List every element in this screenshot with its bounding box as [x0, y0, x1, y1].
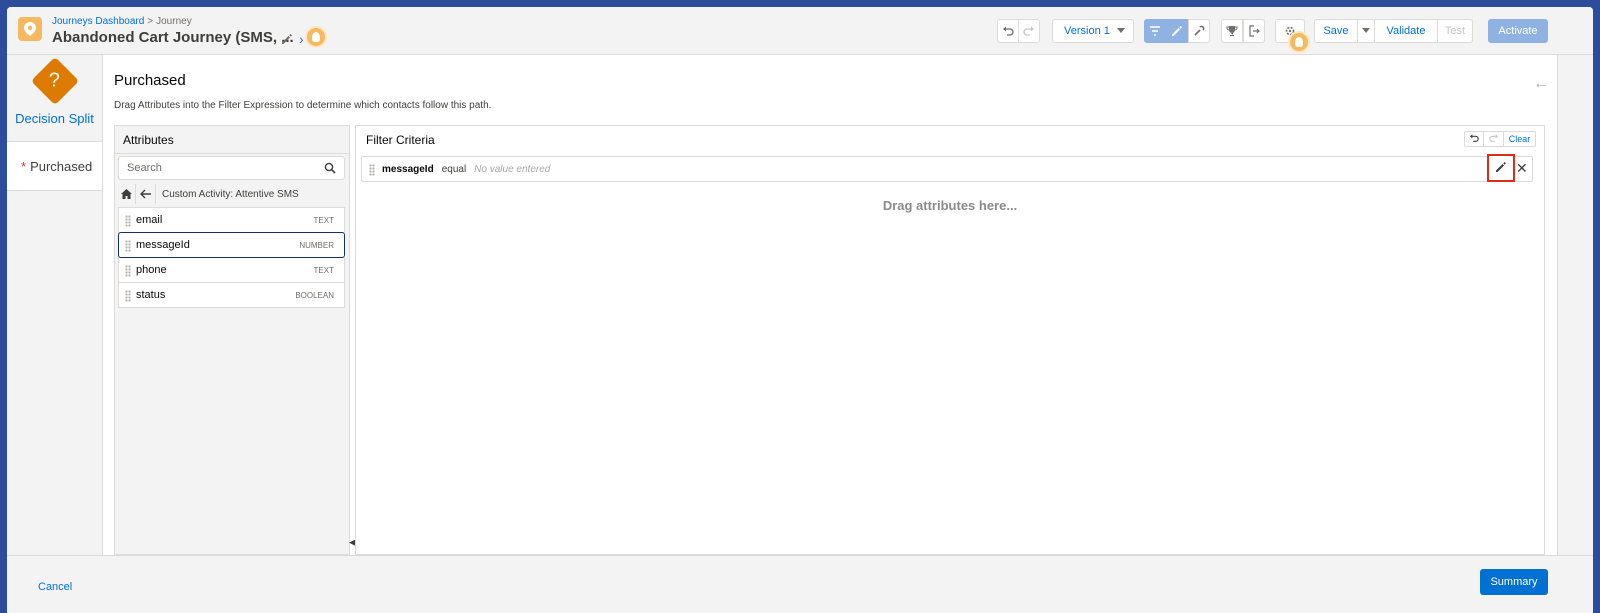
path-configuration-panel: Purchased Drag Attributes into the Filte…	[102, 55, 1558, 555]
journey-builder-window: Journeys Dashboard > Journey Abandoned Car…	[7, 7, 1593, 613]
path-item-purchased[interactable]: * Purchased	[7, 141, 102, 191]
filter-criteria-header: Filter Criteria	[366, 133, 435, 147]
decision-split-icon: ?	[30, 56, 79, 106]
lightbulb-icon[interactable]	[1288, 31, 1310, 53]
attribute-item-messageid[interactable]: messageId NUMBER	[118, 232, 345, 258]
lightbulb-icon[interactable]	[305, 26, 327, 48]
validate-label: Validate	[1386, 25, 1426, 37]
filter-view-button[interactable]	[1144, 19, 1166, 43]
path-item-label: Purchased	[30, 158, 93, 174]
attributes-panel: Attributes Search Custom Activity: Atten…	[114, 125, 350, 555]
drag-handle-icon[interactable]	[125, 240, 131, 252]
attribute-item-phone[interactable]: phone TEXT	[118, 257, 345, 283]
search-input[interactable]: Search	[118, 156, 345, 180]
decision-split-activity: ? Decision Split	[7, 55, 102, 141]
attribute-name: messageId	[136, 239, 190, 251]
chevron-down-icon	[1117, 28, 1125, 34]
test-label: Test	[1444, 25, 1466, 37]
footer: Cancel Summary	[7, 555, 1593, 613]
settings-view-button[interactable]	[1188, 19, 1210, 43]
save-button[interactable]: Save	[1314, 19, 1358, 43]
goals-button[interactable]	[1221, 19, 1243, 43]
criteria-field: messageId	[382, 163, 434, 175]
filter-criteria-panel: Filter Criteria Clear messageId equal No…	[355, 125, 1545, 555]
attribute-path: Custom Activity: Attentive SMS	[118, 184, 345, 204]
chevron-down-icon	[1362, 28, 1370, 34]
drag-handle-icon[interactable]	[125, 265, 131, 277]
exit-criteria-button[interactable]	[1243, 19, 1265, 43]
save-options-button[interactable]	[1357, 19, 1375, 43]
criteria-value[interactable]: No value entered	[474, 164, 550, 175]
undo-button[interactable]	[997, 19, 1019, 43]
breadcrumb: Journeys Dashboard > Journey	[52, 16, 192, 27]
pencil-icon	[1171, 25, 1183, 37]
attribute-name: email	[136, 214, 163, 226]
home-icon[interactable]	[118, 184, 136, 204]
drop-zone-hint: Drag attributes here...	[882, 198, 1018, 213]
activity-sidebar: ? Decision Split * Purchased	[7, 55, 102, 555]
drag-handle-icon[interactable]	[125, 290, 131, 302]
map-pin-icon	[18, 17, 42, 41]
arrow-left-icon[interactable]	[136, 184, 156, 204]
redo-icon	[1488, 133, 1499, 145]
drag-handle-icon[interactable]	[369, 164, 375, 176]
question-mark-glyph: ?	[48, 69, 61, 92]
edit-criteria-button[interactable]	[1487, 154, 1515, 182]
arrow-left-icon[interactable]: ←	[1533, 75, 1549, 93]
chevron-right-icon[interactable]: ›	[299, 31, 304, 47]
attribute-path-label: Custom Activity: Attentive SMS	[162, 188, 299, 200]
attribute-type: BOOLEAN	[295, 290, 334, 300]
panel-title: Purchased	[114, 72, 186, 89]
breadcrumb-separator: >	[147, 16, 154, 27]
required-marker: *	[21, 158, 27, 174]
save-label: Save	[1323, 25, 1349, 37]
attributes-header: Attributes	[115, 126, 349, 154]
filter-toolbar: Clear	[1464, 131, 1536, 147]
redo-button[interactable]	[1018, 19, 1040, 43]
attribute-name: phone	[136, 264, 167, 276]
attribute-name: status	[136, 289, 166, 301]
undo-icon	[1469, 133, 1479, 145]
filter-criteria-row[interactable]: messageId equal No value entered ✕	[361, 154, 1533, 182]
header: Journeys Dashboard > Journey Abandoned Car…	[7, 7, 1593, 55]
attribute-list: email TEXT messageId NUMBER phone TEXT s…	[118, 207, 345, 308]
version-label: Version 1	[1064, 25, 1110, 37]
filter-clear-button[interactable]: Clear	[1504, 131, 1536, 147]
breadcrumb-journey: Journey	[156, 16, 192, 27]
trophy-icon	[1226, 25, 1238, 37]
attribute-type: TEXT	[313, 265, 334, 275]
attribute-type: NUMBER	[299, 240, 334, 250]
pencil-icon	[1495, 161, 1507, 176]
activate-label: Activate	[1498, 25, 1538, 37]
test-button[interactable]: Test	[1437, 19, 1473, 43]
close-icon[interactable]: ✕	[1516, 160, 1528, 177]
drag-handle-icon[interactable]	[125, 215, 131, 227]
attribute-item-status[interactable]: status BOOLEAN	[118, 282, 345, 308]
pencil-icon[interactable]	[281, 33, 293, 45]
activity-label: Decision Split	[15, 111, 94, 126]
undo-icon	[1002, 25, 1014, 37]
version-select[interactable]: Version 1	[1052, 19, 1134, 43]
edit-view-button[interactable]	[1166, 19, 1188, 43]
panel-description: Drag Attributes into the Filter Expressi…	[114, 100, 492, 111]
exit-icon	[1248, 25, 1260, 37]
activate-button[interactable]: Activate	[1488, 19, 1548, 43]
filter-redo-button[interactable]	[1484, 131, 1504, 147]
validate-button[interactable]: Validate	[1374, 19, 1438, 43]
redo-icon	[1023, 25, 1035, 37]
summary-button[interactable]: Summary	[1480, 569, 1548, 595]
cancel-button[interactable]: Cancel	[38, 581, 72, 593]
breadcrumb-journeys-dashboard[interactable]: Journeys Dashboard	[52, 16, 144, 27]
attribute-item-email[interactable]: email TEXT	[118, 207, 345, 233]
criteria-operator[interactable]: equal	[442, 164, 466, 175]
search-icon[interactable]	[324, 162, 336, 177]
search-placeholder: Search	[127, 162, 162, 174]
filter-icon	[1149, 25, 1161, 37]
filter-undo-button[interactable]	[1464, 131, 1484, 147]
attribute-type: TEXT	[313, 215, 334, 225]
wrench-icon	[1193, 25, 1205, 37]
journey-title: Abandoned Cart Journey (SMS, ...	[52, 29, 294, 46]
